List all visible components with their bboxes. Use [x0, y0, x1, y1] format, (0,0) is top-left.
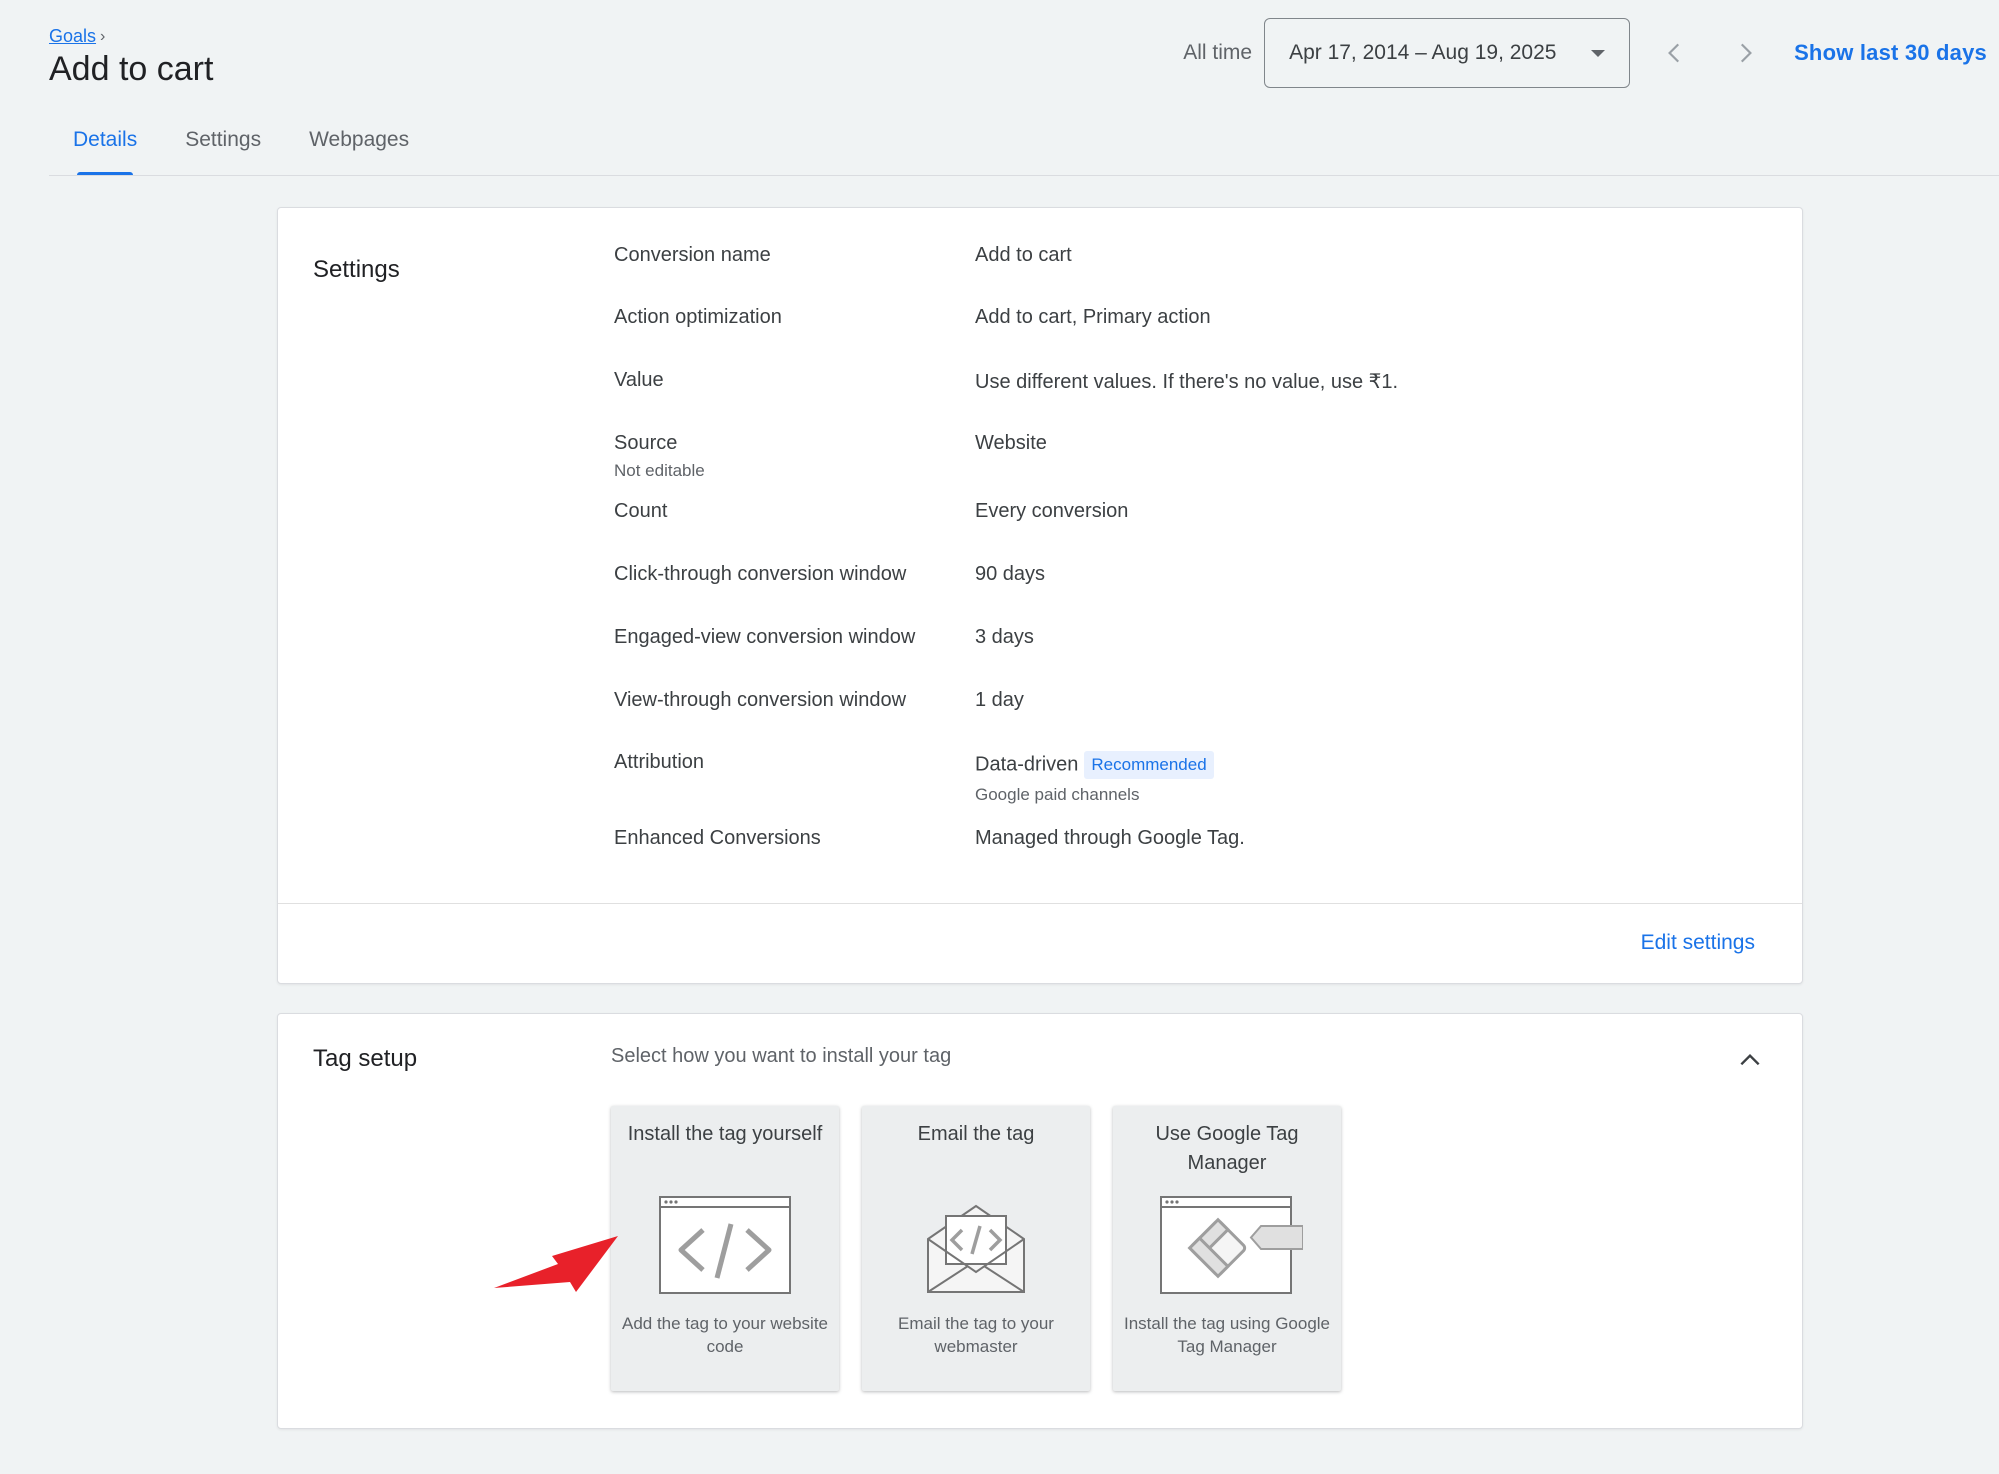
setting-value: 1 day [975, 689, 1024, 711]
envelope-code-icon [927, 1204, 1025, 1293]
breadcrumb-link-goals[interactable]: Goals [49, 26, 96, 47]
setting-value: Add to cart, Primary action [975, 306, 1211, 328]
page-title: Add to cart [49, 50, 214, 88]
setting-value: Add to cart [975, 244, 1072, 266]
setting-value: 90 days [975, 563, 1046, 585]
next-period-button[interactable] [1720, 28, 1770, 78]
setting-value: Managed through Google Tag. [975, 827, 1245, 849]
recommended-badge: Recommended [1084, 751, 1214, 779]
tag-manager-icon [1160, 1196, 1303, 1294]
option-title: Install the tag yourself [627, 1123, 823, 1145]
settings-card-title: Settings [313, 256, 400, 283]
setting-row-engaged-view-window: Engaged-view conversion window 3 days [614, 626, 1782, 649]
setting-row-action-optimization: Action optimization Add to cart, Primary… [614, 306, 1782, 329]
setting-row-view-through-window: View-through conversion window 1 day [614, 689, 1782, 712]
setting-value-sub: Google paid channels [975, 785, 1140, 804]
show-last-30-days-button[interactable]: Show last 30 days [1794, 40, 1987, 66]
setting-value: 3 days [975, 626, 1034, 648]
setting-label: Source [614, 432, 678, 454]
setting-row-conversion-name: Conversion name Add to cart [614, 244, 1782, 267]
setting-row-value: Value Use different values. If there's n… [614, 369, 1782, 394]
range-label: All time [1183, 41, 1253, 64]
option-title: Use Google Tag Manager [1155, 1123, 1299, 1174]
setting-label-group: Source Not editable [614, 432, 975, 481]
settings-card: Settings Conversion name Add to cart Act… [277, 207, 1803, 984]
previous-period-button[interactable] [1650, 28, 1700, 78]
setting-label: Attribution [614, 751, 705, 773]
setting-label: Click-through conversion window [614, 563, 907, 585]
setting-value: Use different values. If there's no valu… [975, 371, 1399, 393]
setting-row-enhanced-conversions: Enhanced Conversions Managed through Goo… [614, 827, 1782, 850]
option-email-tag[interactable]: Email the tag Email the tag to your webm… [862, 1106, 1090, 1391]
date-range-value: Apr 17, 2014 – Aug 19, 2025 [1289, 41, 1557, 64]
setting-label: View-through conversion window [614, 689, 907, 711]
tag-setup-subtitle: Select how you want to install your tag [611, 1045, 952, 1067]
breadcrumb: Goals › [49, 26, 105, 47]
setting-label: Engaged-view conversion window [614, 626, 916, 648]
setting-label: Value [614, 369, 664, 391]
setting-row-source: Source Not editable Website [614, 432, 1782, 481]
tab-webpages[interactable]: Webpages [285, 118, 433, 176]
chevron-right-icon: › [100, 27, 106, 45]
dropdown-caret-icon [1591, 49, 1606, 57]
card-divider [278, 903, 1802, 904]
setting-value: Every conversion [975, 500, 1129, 522]
edit-settings-button[interactable]: Edit settings [1641, 931, 1755, 955]
setting-label: Action optimization [614, 306, 782, 328]
collapse-button[interactable] [1732, 1042, 1768, 1078]
setting-value: Website [975, 432, 1047, 454]
setting-value: Data-driven [975, 753, 1079, 776]
setting-label: Conversion name [614, 244, 771, 266]
date-range-controls: All time Apr 17, 2014 – Aug 19, 2025 Sho… [1183, 18, 1987, 88]
tag-setup-card: Tag setup Select how you want to install… [277, 1013, 1803, 1429]
tabs-divider [49, 175, 1999, 176]
setting-sublabel: Not editable [614, 461, 705, 480]
setting-row-count: Count Every conversion [614, 500, 1782, 523]
setting-row-click-through-window: Click-through conversion window 90 days [614, 563, 1782, 586]
red-arrow-annotation-icon [494, 1236, 618, 1292]
setting-label: Enhanced Conversions [614, 827, 821, 849]
setting-label: Count [614, 500, 668, 522]
option-description: Add the tag to your website code [621, 1314, 829, 1356]
tag-setup-title: Tag setup [313, 1045, 418, 1072]
option-title: Email the tag [917, 1123, 1035, 1145]
setting-row-attribution: Attribution Data-driven Recommended Googl… [614, 751, 1782, 805]
date-range-select[interactable]: Apr 17, 2014 – Aug 19, 2025 [1264, 18, 1631, 88]
code-window-icon [659, 1196, 791, 1294]
option-install-tag-yourself[interactable]: Install the tag yourself Add the tag to … [611, 1106, 839, 1391]
tab-bar: Details Settings Webpages [49, 118, 433, 176]
chevron-up-icon [1740, 1053, 1760, 1066]
option-google-tag-manager[interactable]: Use Google Tag Manager Install the tag u… [1113, 1106, 1341, 1391]
chevron-left-icon [1668, 43, 1680, 63]
option-description: Install the tag using Google Tag Manager [1123, 1314, 1331, 1356]
option-description: Email the tag to your webmaster [898, 1314, 1054, 1356]
setting-value-group: Data-driven Recommended Google paid chann… [975, 751, 1214, 805]
tab-settings[interactable]: Settings [161, 118, 285, 176]
tab-details[interactable]: Details [49, 118, 161, 176]
chevron-right-icon [1741, 43, 1753, 63]
